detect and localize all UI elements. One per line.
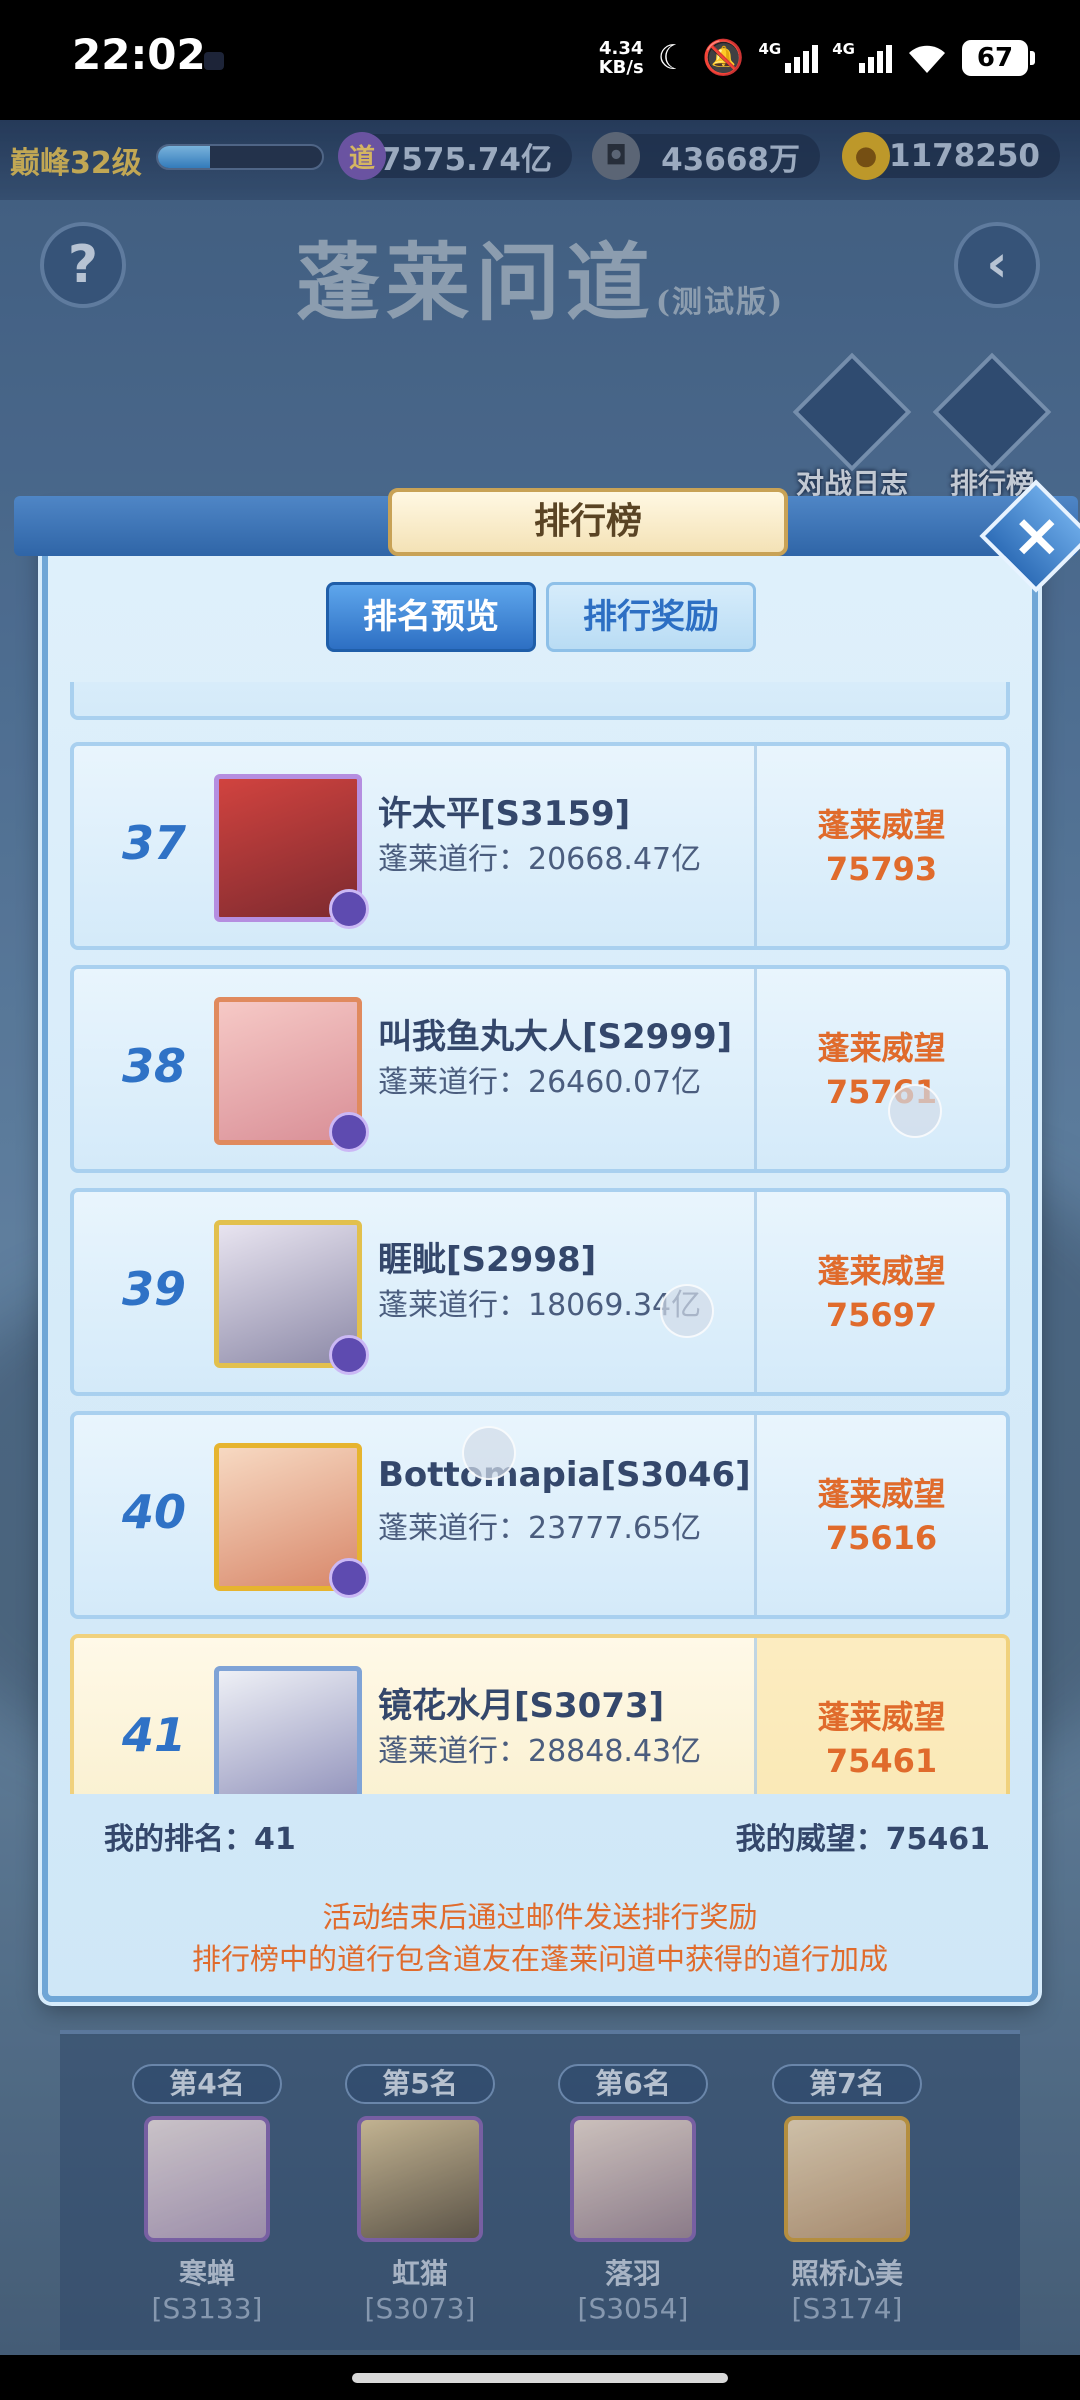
network-speed: 4.34 KB/s [599,39,644,77]
touch-indicator [462,1426,516,1480]
player-name: 睚眦[S2998] [378,1240,597,1280]
table-row[interactable] [70,682,1010,720]
row-rank: 40 [121,1485,186,1539]
player-power: 蓬莱道行：23777.65亿 [378,1511,702,1546]
battery-icon: 67 [962,40,1035,76]
row-rank: 39 [121,1262,186,1316]
badge-icon [329,1112,369,1152]
network-speed-value: 4.34 [598,38,644,59]
table-row[interactable]: 38 叫我鱼丸大人[S2999] 蓬莱道行：26460.07亿 蓬莱威望 757… [70,965,1010,1173]
power-note: 排行榜中的道行包含道友在蓬莱问道中获得的道行加成 [191,1942,888,1976]
player-name: 许太平[S3159] [378,794,631,834]
player-name: 叫我鱼丸大人[S2999] [378,1017,733,1057]
player-power: 蓬莱道行：20668.47亿 [378,842,702,877]
player-name: Bottomapia[S3046] [378,1455,751,1495]
tab-rank-rewards[interactable]: 排行奖励 [546,582,756,652]
mute-icon: 🔕 [702,38,745,78]
table-row[interactable]: 39 睚眦[S2998] 蓬莱道行：18069.34亿 蓬莱威望 75697 [70,1188,1010,1396]
badge-icon [329,1558,369,1598]
status-time: 22:02 [72,30,206,79]
player-power: 蓬莱道行：28848.43亿 [378,1734,702,1769]
notification-icon [204,52,224,70]
leaderboard-dialog: 排行榜 × 排名预览 排行奖励 37 许太平[S3159] 蓬莱道行：20668… [14,479,1080,2002]
network-type-2: 4G [832,40,855,58]
signal-icon [859,43,892,73]
avatar [214,1443,369,1598]
row-rank: 41 [121,1708,186,1762]
avatar [214,997,369,1152]
table-row-self[interactable]: 41 镜花水月[S3073] 蓬莱道行：28848.43亿 蓬莱威望 75461 [70,1634,1010,1794]
prestige-value: 75697 [825,1296,938,1334]
avatar [214,1666,362,1794]
prestige-label: 蓬莱威望 [817,1698,946,1736]
touch-indicator [660,1284,714,1338]
prestige-cell: 蓬莱威望 75761 [757,969,1006,1169]
touch-indicator [888,1084,942,1138]
prestige-cell: 蓬莱威望 75793 [757,746,1006,946]
status-bar: 22:02 4.34 KB/s ☾ 🔕 4G 4G 67 [0,0,1080,120]
table-row[interactable]: 40 Bottomapia[S3046] 蓬莱道行：23777.65亿 蓬莱威望… [70,1411,1010,1619]
moon-icon: ☾ [657,38,689,78]
game-scene: 巅峰32级 道 7575.74亿 ◘ 43668万 ● 1178250 ? 蓬莱… [0,120,1080,2355]
close-icon: × [1011,500,1062,571]
home-indicator[interactable] [0,2355,1080,2400]
tab-bar: 排名预览 排行奖励 [326,582,756,652]
row-rank: 37 [121,816,186,870]
player-power: 蓬莱道行：18069.34亿 [378,1288,702,1323]
avatar [214,774,369,929]
prestige-value: 75616 [825,1519,938,1557]
avatar [214,1220,369,1375]
badge-icon [329,1335,369,1375]
signal-icon [785,43,819,73]
my-rank: 我的排名：41 [104,1822,296,1857]
network-speed-unit: KB/s [598,57,644,78]
prestige-label: 蓬莱威望 [817,1029,946,1067]
wifi-icon [909,45,945,73]
reward-note: 活动结束后通过邮件发送排行奖励 [322,1900,758,1934]
network-type-1: 4G [758,40,782,58]
prestige-label: 蓬莱威望 [817,1475,946,1513]
my-prestige: 我的威望：75461 [735,1822,990,1857]
prestige-value: 75793 [825,850,938,888]
prestige-cell: 蓬莱威望 75616 [757,1415,1006,1615]
table-row[interactable]: 37 许太平[S3159] 蓬莱道行：20668.47亿 蓬莱威望 75793 [70,742,1010,950]
prestige-label: 蓬莱威望 [817,1252,946,1290]
row-rank: 38 [121,1039,186,1093]
dialog-title: 排行榜 [388,488,788,556]
ranking-list[interactable]: 37 许太平[S3159] 蓬莱道行：20668.47亿 蓬莱威望 75793 … [70,682,1010,1794]
player-power: 蓬莱道行：26460.07亿 [378,1065,702,1100]
badge-icon [329,889,369,929]
prestige-cell: 蓬莱威望 75461 [757,1638,1006,1794]
prestige-value: 75461 [825,1742,938,1780]
prestige-label: 蓬莱威望 [817,806,946,844]
prestige-value: 75761 [825,1073,938,1111]
prestige-cell: 蓬莱威望 75697 [757,1192,1006,1392]
status-icons: 4.34 KB/s ☾ 🔕 4G 4G 67 [599,30,1035,86]
player-name: 镜花水月[S3073] [378,1686,665,1726]
tab-rank-preview[interactable]: 排名预览 [326,582,536,652]
